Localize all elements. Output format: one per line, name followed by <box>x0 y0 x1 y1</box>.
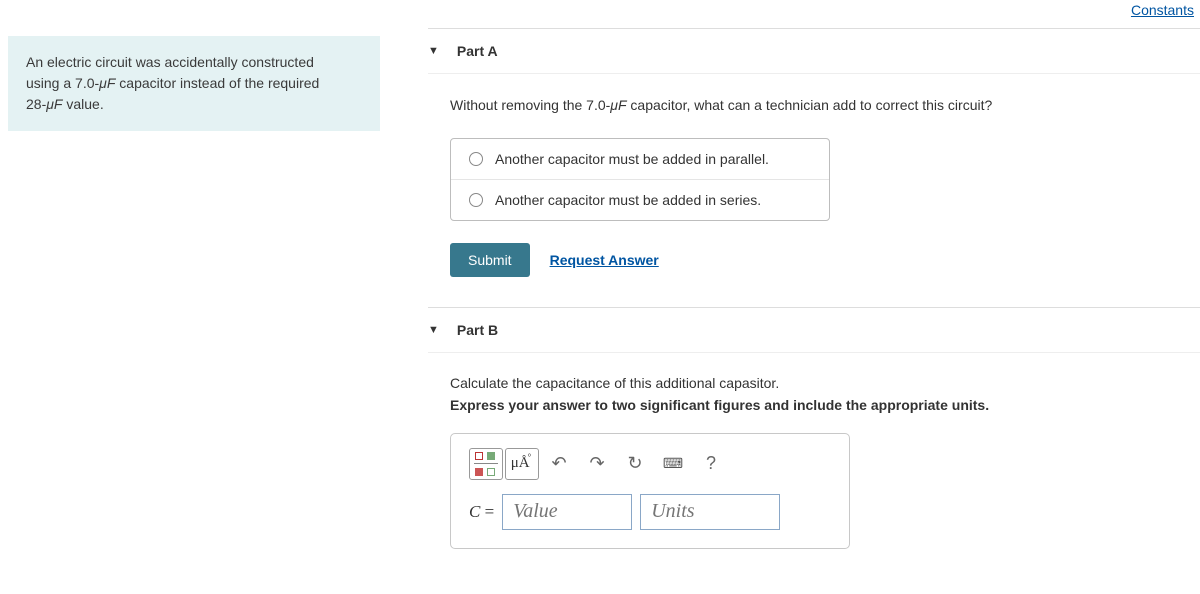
undo-icon: ↶ <box>551 453 566 474</box>
radio-icon[interactable] <box>469 193 483 207</box>
part-a-title: Part A <box>457 43 498 59</box>
collapse-arrow-icon: ▼ <box>428 324 439 336</box>
units-icon: μÅ° <box>511 455 533 472</box>
undo-button[interactable]: ↶ <box>541 449 577 479</box>
part-b-title: Part B <box>457 322 498 338</box>
keyboard-button[interactable]: ⌨ <box>655 449 691 479</box>
submit-button[interactable]: Submit <box>450 243 530 277</box>
answer-toolbar: μÅ° ↶ ↷ ↻ ⌨ <box>469 448 831 480</box>
redo-button[interactable]: ↷ <box>579 449 615 479</box>
problem-line2a: using a 7.0- <box>26 75 99 91</box>
constants-link[interactable]: Constants <box>1131 2 1194 18</box>
part-a-prompt: Without removing the 7.0-μF capacitor, w… <box>450 96 1200 116</box>
mu-unit: μF <box>610 97 626 113</box>
part-b-prompt: Calculate the capacitance of this additi… <box>450 375 1200 391</box>
options-box: Another capacitor must be added in paral… <box>450 138 830 221</box>
mu-unit: μF <box>99 75 115 91</box>
mu-unit: μF <box>46 96 62 112</box>
problem-line1: An electric circuit was accidentally con… <box>26 54 314 70</box>
radio-icon[interactable] <box>469 152 483 166</box>
reset-icon: ↻ <box>627 453 642 474</box>
part-a-block: ▼ Part A Without removing the 7.0-μF cap… <box>428 28 1200 277</box>
option2-label: Another capacitor must be added in serie… <box>495 192 761 208</box>
part-b-block: ▼ Part B Calculate the capacitance of th… <box>428 307 1200 549</box>
option1-label: Another capacitor must be added in paral… <box>495 151 769 167</box>
part-a-header[interactable]: ▼ Part A <box>428 29 1200 74</box>
part-b-header[interactable]: ▼ Part B <box>428 308 1200 353</box>
option-parallel[interactable]: Another capacitor must be added in paral… <box>451 139 829 180</box>
problem-line3b: value. <box>62 96 103 112</box>
help-button[interactable]: ? <box>693 449 729 479</box>
problem-line2b: capacitor instead of the required <box>115 75 319 91</box>
collapse-arrow-icon: ▼ <box>428 45 439 57</box>
fraction-template-icon <box>473 452 499 476</box>
keyboard-icon: ⌨ <box>663 455 683 472</box>
problem-statement: An electric circuit was accidentally con… <box>8 36 380 131</box>
template-picker-button[interactable] <box>469 448 503 480</box>
reset-button[interactable]: ↻ <box>617 449 653 479</box>
option-series[interactable]: Another capacitor must be added in serie… <box>451 180 829 220</box>
units-input[interactable] <box>640 494 780 530</box>
variable-label: C = <box>469 502 494 522</box>
answer-box: μÅ° ↶ ↷ ↻ ⌨ <box>450 433 850 549</box>
problem-line3a: 28- <box>26 96 46 112</box>
units-picker-button[interactable]: μÅ° <box>505 448 539 480</box>
help-icon: ? <box>706 453 716 474</box>
request-answer-link[interactable]: Request Answer <box>550 252 659 268</box>
value-input[interactable] <box>502 494 632 530</box>
redo-icon: ↷ <box>589 453 604 474</box>
part-b-instruction: Express your answer to two significant f… <box>450 397 1200 413</box>
